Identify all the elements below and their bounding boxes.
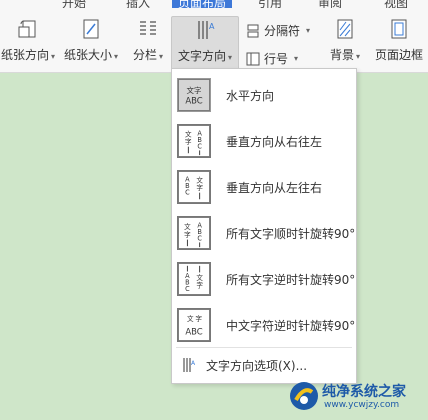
svg-text:C: C [197, 143, 202, 151]
svg-text:字: 字 [196, 183, 203, 192]
menu-item-horizontal[interactable]: 文字 ABC 水平方向 [172, 73, 356, 117]
menu-item-cjk-rotate-ccw[interactable]: 文 字 ABC 中文字符逆时针旋转90° [172, 303, 356, 347]
menu-item-label: 所有文字逆时针旋转90° [226, 272, 356, 287]
menu-item-vertical-rtl[interactable]: 文 字 A B C 垂直方向从右往左 [172, 119, 356, 163]
watermark-url: www.ycwjzy.com [324, 400, 400, 410]
menu-item-label: 垂直方向从左往右 [226, 180, 323, 195]
page-border-button[interactable]: 页面边框 [370, 18, 428, 63]
paper-orientation-button[interactable]: 纸张方向 ▾ [0, 18, 56, 63]
svg-text:字: 字 [196, 280, 203, 289]
text-direction-options-item[interactable]: A 文字方向选项(X)... [172, 352, 356, 378]
line-number-button[interactable]: 行号 ▾ [246, 50, 298, 67]
svg-text:文: 文 [187, 314, 194, 323]
text-direction-options-icon: A [183, 358, 196, 372]
columns-button[interactable]: 分栏 ▾ [128, 18, 168, 63]
site-watermark: 纯净系统之家 www.ycwjzy.com [286, 378, 426, 418]
text-direction-dropdown: 文字 ABC 水平方向 文 字 A B C 垂直方向从右往左 A B C 文 字… [171, 68, 357, 384]
svg-text:字: 字 [185, 137, 192, 146]
cjk-rotate-ccw-icon: 文 字 ABC [177, 308, 211, 342]
paper-orientation-label: 纸张方向 [0, 48, 49, 62]
svg-text:A: A [209, 22, 215, 31]
separator-button[interactable]: 分隔符 ▾ [246, 22, 310, 39]
page-border-icon [391, 19, 407, 39]
menu-separator [176, 347, 352, 348]
svg-text:文字: 文字 [186, 85, 201, 95]
svg-text:A: A [191, 360, 196, 367]
text-direction-label: 文字方向 [177, 49, 226, 63]
text-direction-icon: A [198, 21, 215, 39]
menu-item-label: 所有文字顺时针旋转90° [226, 226, 356, 241]
svg-text:C: C [197, 235, 202, 243]
background-label: 背景 [329, 48, 354, 62]
vertical-rtl-icon: 文 字 A B C [177, 124, 211, 158]
ribbon-toolbar: 纸张方向 ▾ 纸张大小 ▾ 分栏 ▾ A 文字方向 ▾ 分隔符 ▾ 行号 ▾ 背… [0, 8, 428, 73]
watermark-logo-icon [290, 382, 318, 410]
columns-label: 分栏 [132, 48, 157, 62]
menu-item-label: 水平方向 [226, 88, 275, 103]
svg-text:C: C [185, 189, 190, 197]
paper-size-button[interactable]: 纸张大小 ▾ [60, 18, 122, 63]
page-border-label: 页面边框 [374, 48, 423, 62]
horizontal-text-icon: 文字 ABC [177, 78, 211, 112]
menu-item-label: 中文字符逆时针旋转90° [226, 318, 356, 333]
paper-size-icon [83, 19, 99, 39]
rotate-cw-icon: 文 字 A B C [177, 216, 211, 250]
watermark-title: 纯净系统之家 [322, 384, 406, 400]
line-number-icon [246, 52, 260, 65]
text-direction-button[interactable]: A 文字方向 ▾ [171, 16, 239, 70]
svg-text:字: 字 [195, 314, 202, 323]
svg-text:ABC: ABC [185, 326, 202, 336]
background-icon [337, 19, 353, 39]
svg-text:ABC: ABC [185, 95, 202, 105]
menu-item-rotate-ccw[interactable]: A B C 文 字 所有文字逆时针旋转90° [172, 257, 356, 301]
vertical-ltr-icon: A B C 文 字 [177, 170, 211, 204]
line-number-label: 行号 [264, 52, 289, 66]
text-direction-options-label: 文字方向选项(X)... [206, 358, 308, 373]
menu-item-label: 垂直方向从右往左 [226, 134, 323, 149]
svg-text:C: C [185, 285, 190, 293]
separator-label: 分隔符 [264, 24, 301, 38]
svg-text:字: 字 [184, 230, 191, 239]
menu-item-vertical-ltr[interactable]: A B C 文 字 垂直方向从左往右 [172, 165, 356, 209]
paper-orientation-icon [18, 20, 36, 38]
columns-icon [140, 21, 156, 35]
separator-icon [247, 24, 259, 37]
background-button[interactable]: 背景 ▾ [322, 18, 368, 63]
rotate-ccw-icon: A B C 文 字 [177, 262, 211, 296]
menu-item-rotate-cw[interactable]: 文 字 A B C 所有文字顺时针旋转90° [172, 211, 356, 255]
paper-size-label: 纸张大小 [63, 48, 112, 62]
